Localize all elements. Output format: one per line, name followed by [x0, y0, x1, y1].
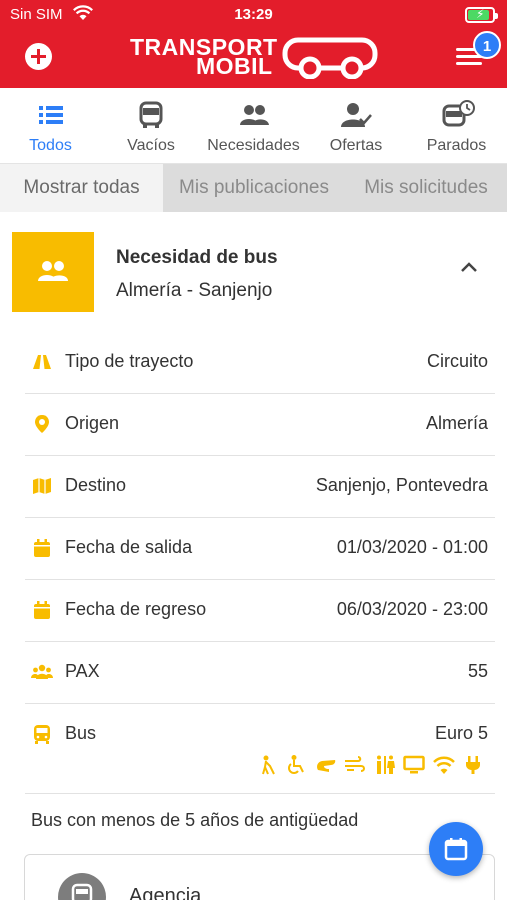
card-title: Necesidad de bus [116, 247, 278, 268]
tab-label: Vacíos [127, 137, 175, 154]
detail-list: Tipo de trayecto Circuito Origen Almería… [0, 332, 507, 794]
row-value: Sanjenjo, Pontevedra [315, 475, 488, 495]
group-icon [31, 664, 53, 679]
status-bar: Sin SIM 13:29 ⚡ [0, 0, 507, 30]
row-fecha-regreso: Fecha de regreso 06/03/2020 - 23:00 [25, 580, 495, 642]
tab-label: Necesidades [207, 137, 300, 154]
user-check-icon [340, 100, 372, 130]
row-fecha-salida: Fecha de salida 01/03/2020 - 01:00 [25, 518, 495, 580]
blind-icon [256, 755, 278, 775]
bus-icon [135, 100, 167, 130]
row-bus: Bus Euro 5 [25, 704, 495, 794]
row-value: Almería [425, 413, 488, 433]
agency-bus-avatar-icon [58, 873, 106, 900]
row-value: Euro 5 [434, 723, 488, 743]
filter-mis-solicitudes[interactable]: Mis solicitudes [345, 164, 507, 212]
row-value: 55 [467, 661, 488, 681]
app-header: Sin SIM 13:29 ⚡ TRANSPORT MOBIL 1 [0, 0, 507, 88]
bus-clock-icon [441, 100, 475, 130]
calendar-icon [34, 539, 50, 557]
agency-label: Agencia [129, 885, 202, 900]
row-pax: PAX 55 [25, 642, 495, 704]
row-value: 06/03/2020 - 23:00 [336, 599, 488, 619]
chevron-up-icon[interactable] [460, 261, 478, 273]
tab-label: Ofertas [329, 137, 383, 154]
logo-line2: MOBIL [196, 53, 273, 79]
tab-parados[interactable]: Parados [406, 88, 507, 164]
row-value: 01/03/2020 - 01:00 [336, 537, 488, 557]
reclining-seat-icon [315, 755, 337, 775]
request-type-tile [12, 232, 94, 312]
status-time: 13:29 [234, 6, 273, 23]
app-logo: TRANSPORT MOBIL [130, 34, 380, 82]
row-label: Fecha de salida [65, 537, 193, 557]
row-origen: Origen Almería [25, 394, 495, 456]
air-conditioning-icon [344, 755, 366, 775]
row-label: PAX [65, 661, 100, 681]
row-destino: Destino Sanjenjo, Pontevedra [25, 456, 495, 518]
card-route: Almería - Sanjenjo [116, 280, 273, 301]
toilet-icon [374, 755, 396, 775]
list-icon [35, 100, 67, 130]
wifi-icon [432, 755, 455, 775]
bus-front-icon [34, 725, 50, 744]
row-tipo-trayecto: Tipo de trayecto Circuito [25, 332, 495, 394]
row-label: Origen [65, 413, 120, 433]
tab-label: Todos [29, 137, 72, 154]
tab-necesidades[interactable]: Necesidades [201, 88, 306, 164]
add-button[interactable] [25, 43, 52, 70]
tab-todos[interactable]: Todos [0, 88, 101, 164]
calendar-icon [34, 601, 50, 619]
row-label: Destino [65, 475, 127, 495]
bus-features [253, 755, 484, 777]
users-icon [38, 261, 68, 281]
category-tabs: Todos Vacíos Necesidades Ofertas Parados [0, 88, 507, 164]
road-icon [33, 355, 51, 369]
row-value: Circuito [426, 351, 488, 371]
tab-ofertas[interactable]: Ofertas [306, 88, 406, 164]
request-card-header[interactable]: Necesidad de bus Almería - Sanjenjo [0, 212, 507, 332]
filter-mis-publicaciones[interactable]: Mis publicaciones [163, 164, 345, 212]
filter-tabs: Mostrar todas Mis publicaciones Mis soli… [0, 164, 507, 212]
tab-label: Parados [426, 137, 487, 154]
row-label: Tipo de trayecto [65, 351, 194, 371]
filter-mostrar-todas[interactable]: Mostrar todas [0, 164, 163, 212]
notification-badge[interactable]: 1 [473, 31, 501, 59]
users-icon [238, 100, 270, 130]
bus-outline-icon [282, 37, 378, 79]
tv-icon [403, 755, 425, 775]
row-label: Fecha de regreso [65, 599, 207, 619]
wheelchair-icon [285, 755, 307, 775]
battery-charging-icon: ⚡ [465, 7, 498, 23]
row-label: Bus [65, 723, 97, 743]
map-pin-icon [35, 415, 49, 433]
bus-age-note: Bus con menos de 5 años de antigüedad [31, 810, 359, 830]
calendar-icon [444, 838, 468, 861]
tab-vacios[interactable]: Vacíos [101, 88, 201, 164]
plug-icon [462, 755, 484, 775]
map-icon [33, 478, 51, 494]
calendar-fab-button[interactable] [429, 822, 483, 876]
agency-card[interactable]: Agencia [24, 854, 495, 900]
